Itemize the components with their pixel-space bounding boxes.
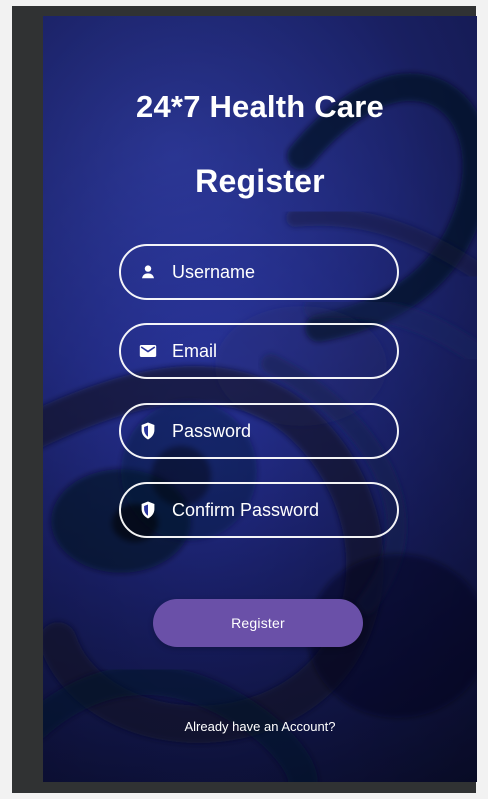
email-field[interactable]: Email	[119, 323, 399, 379]
register-button[interactable]: Register	[153, 599, 363, 647]
confirm-password-label: Confirm Password	[172, 499, 320, 520]
stethoscope-background	[43, 16, 477, 782]
mail-icon	[137, 340, 159, 362]
password-field[interactable]: Password	[119, 403, 399, 459]
app-title: 24*7 Health Care	[136, 89, 384, 124]
password-label: Password	[172, 420, 252, 441]
username-field[interactable]: Username	[119, 244, 399, 300]
page-title: Register	[195, 163, 325, 199]
user-icon	[137, 261, 159, 283]
username-label: Username	[172, 261, 256, 282]
email-label: Email	[172, 340, 218, 361]
shield-icon	[137, 499, 159, 521]
register-screen: 24*7 Health Care Register Username Email…	[43, 16, 477, 782]
shield-icon	[137, 420, 159, 442]
login-link[interactable]: Already have an Account?	[43, 719, 477, 734]
confirm-password-field[interactable]: Confirm Password	[119, 482, 399, 538]
